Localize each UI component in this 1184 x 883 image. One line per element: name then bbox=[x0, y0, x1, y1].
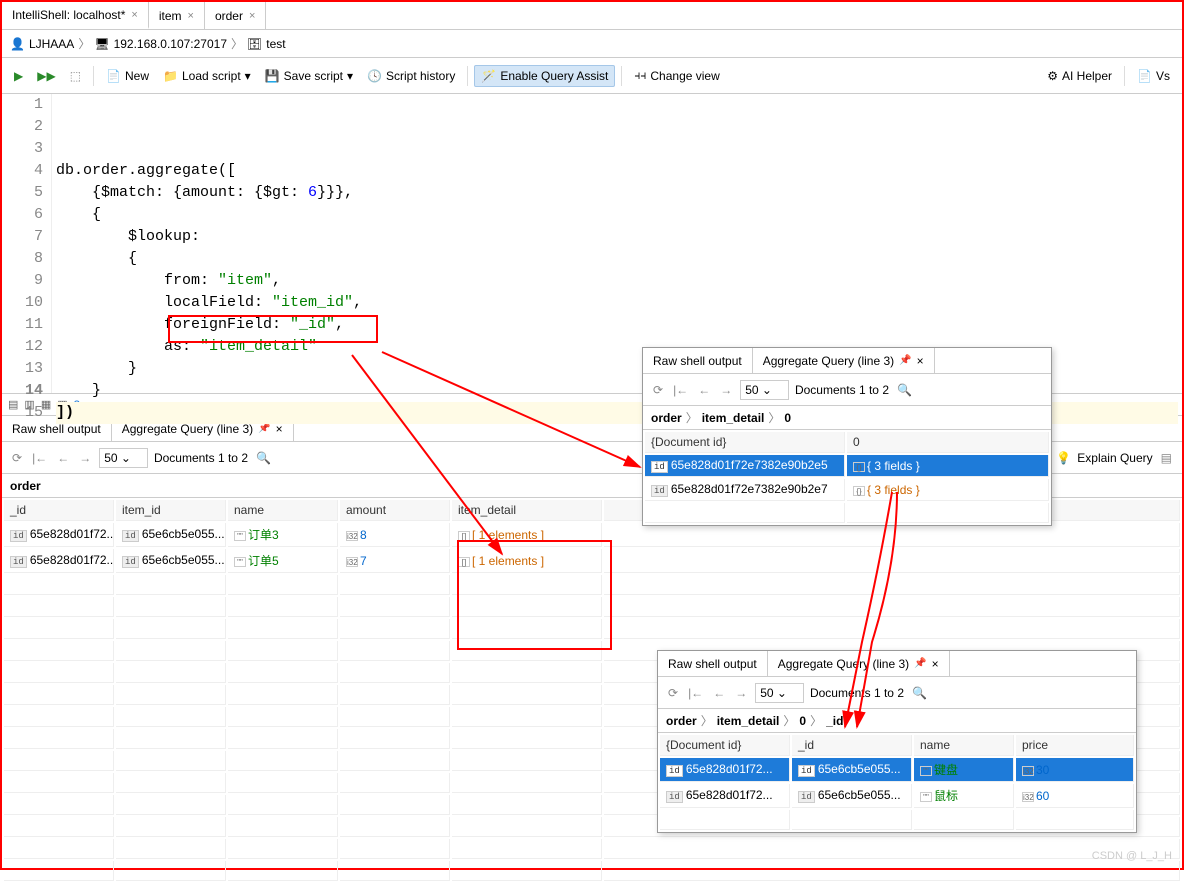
next-page-icon[interactable]: → bbox=[718, 383, 734, 397]
table-row[interactable]: id65e828d01f72e7382e90b2e7 {}{ 3 fields … bbox=[645, 479, 1049, 501]
refresh-icon[interactable]: ⟳ bbox=[651, 383, 665, 397]
close-icon[interactable]: × bbox=[917, 354, 924, 368]
view-icon[interactable]: ▥ bbox=[24, 398, 34, 411]
view-icon[interactable]: ▦ bbox=[41, 398, 51, 411]
tab-label: item bbox=[159, 9, 182, 23]
detail-popup-2: Raw shell output Aggregate Query (line 3… bbox=[657, 650, 1137, 833]
ai-helper-button[interactable]: ⚙AI Helper bbox=[1041, 66, 1118, 86]
page-size-select[interactable]: 50 ⌄ bbox=[755, 683, 804, 703]
tab-label: IntelliShell: localhost* bbox=[12, 8, 125, 22]
line-gutter: 123456789101112131415 bbox=[2, 94, 52, 393]
annotation-box bbox=[168, 315, 378, 343]
chevron-icon: 〉 bbox=[78, 35, 90, 52]
connection-breadcrumb: 👤 LJHAAA 〉 🖥 192.168.0.107:27017 〉 🗄 tes… bbox=[2, 30, 1182, 58]
database-icon: 🗄 bbox=[247, 37, 262, 51]
tab-label: order bbox=[215, 9, 243, 23]
tab-intellishell[interactable]: IntelliShell: localhost* × bbox=[2, 2, 149, 29]
pin-icon[interactable]: 📌 bbox=[914, 658, 926, 669]
next-page-icon[interactable]: → bbox=[733, 686, 749, 700]
main-toolbar: ▶ ▶▶ ⬚ 📄New 📁Load script ▾ 💾Save script … bbox=[2, 58, 1182, 94]
popup-breadcrumb: order〉item_detail〉0 bbox=[643, 406, 1051, 430]
server-icon: 🖥 bbox=[94, 37, 109, 51]
close-icon[interactable]: × bbox=[932, 657, 939, 671]
tab-order[interactable]: order × bbox=[205, 2, 266, 29]
detail-popup-1: Raw shell output Aggregate Query (line 3… bbox=[642, 347, 1052, 526]
page-size-select[interactable]: 50 ⌄ bbox=[740, 380, 789, 400]
change-view-button[interactable]: ⫞⫞Change view bbox=[628, 65, 725, 86]
script-history-button[interactable]: 🕓Script history bbox=[361, 66, 461, 86]
enable-query-assist-button[interactable]: 🪄Enable Query Assist bbox=[474, 65, 615, 87]
load-script-button[interactable]: 📁Load script ▾ bbox=[157, 66, 257, 86]
run-all-button[interactable]: ▶▶ bbox=[31, 66, 61, 86]
table-row[interactable]: id65e828d01f72... id65e6cb5e055... ""鼠标 … bbox=[660, 784, 1134, 808]
username: LJHAAA bbox=[29, 37, 74, 51]
annotation-box bbox=[457, 540, 612, 650]
close-icon[interactable]: × bbox=[249, 10, 255, 22]
refresh-icon[interactable]: ⟳ bbox=[10, 451, 24, 465]
save-script-button[interactable]: 💾Save script ▾ bbox=[259, 66, 359, 86]
close-icon[interactable]: × bbox=[188, 10, 194, 22]
close-icon[interactable]: × bbox=[131, 9, 137, 21]
first-page-icon[interactable]: |← bbox=[671, 383, 690, 397]
watermark: CSDN @ L_J_H bbox=[1092, 850, 1172, 862]
editor-tabs: IntelliShell: localhost* × item × order … bbox=[2, 2, 1182, 30]
view-icon[interactable]: ▤ bbox=[8, 398, 18, 411]
table-row[interactable]: id65e828d01f72... id65e6cb5e055... ""键盘 … bbox=[660, 758, 1134, 782]
new-button[interactable]: 📄New bbox=[100, 66, 155, 86]
refresh-icon[interactable]: ⟳ bbox=[666, 686, 680, 700]
first-page-icon[interactable]: |← bbox=[686, 686, 705, 700]
first-page-icon[interactable]: |← bbox=[30, 451, 49, 465]
run-selection-button[interactable]: ⬚ bbox=[64, 66, 87, 86]
tab-raw-output[interactable]: Raw shell output bbox=[643, 348, 753, 373]
pin-icon[interactable]: 📌 bbox=[899, 355, 911, 366]
run-button[interactable]: ▶ bbox=[8, 66, 29, 86]
host: 192.168.0.107:27017 bbox=[114, 37, 227, 51]
search-icon[interactable]: 🔍 bbox=[910, 686, 929, 700]
user-icon: 👤 bbox=[10, 37, 25, 51]
chevron-icon: 〉 bbox=[231, 35, 243, 52]
vs-button[interactable]: 📄Vs bbox=[1131, 66, 1176, 86]
popup-breadcrumb: order〉item_detail〉0〉_id bbox=[658, 709, 1136, 733]
tab-raw-output[interactable]: Raw shell output bbox=[658, 651, 768, 676]
prev-page-icon[interactable]: ← bbox=[711, 686, 727, 700]
table-row[interactable]: id65e828d01f72e7382e90b2e5 {}{ 3 fields … bbox=[645, 455, 1049, 477]
prev-page-icon[interactable]: ← bbox=[696, 383, 712, 397]
tab-aggregate-query[interactable]: Aggregate Query (line 3) 📌 × bbox=[753, 348, 935, 373]
search-icon[interactable]: 🔍 bbox=[895, 383, 914, 397]
db-name: test bbox=[266, 37, 285, 51]
tab-item[interactable]: item × bbox=[149, 2, 205, 29]
tab-aggregate-query[interactable]: Aggregate Query (line 3) 📌 × bbox=[768, 651, 950, 676]
